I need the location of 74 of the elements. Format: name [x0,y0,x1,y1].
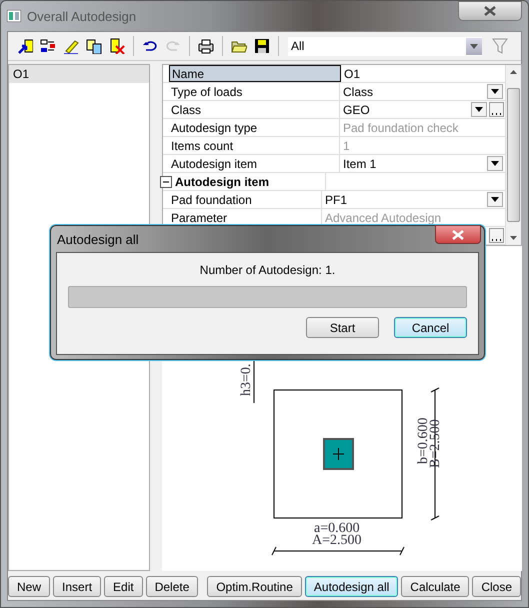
action-button[interactable]: Autodesign all [304,576,398,597]
property-label[interactable]: Name [169,65,341,82]
delete-icon [109,38,125,54]
dropdown-button[interactable] [487,156,503,171]
column-drawing [323,438,354,470]
dialog-title: Autodesign all [57,232,140,246]
redo-icon [165,38,181,54]
close-button[interactable] [435,225,481,244]
property-value: Pad foundation check [343,120,458,134]
copy-icon [86,38,102,54]
app-icon [7,10,21,22]
pencil-icon [63,38,79,54]
property-value: 1 [343,138,350,152]
dialog-button[interactable]: Cancel [394,317,467,338]
dimension-label: a=0.600 [314,521,360,536]
browse-button[interactable] [489,102,504,117]
property-value[interactable]: PF1 [325,192,348,206]
browse-button[interactable] [489,228,504,243]
action-button[interactable]: Close [472,576,521,597]
dropdown-button[interactable] [487,84,503,99]
undo-icon [142,38,158,54]
property-label[interactable]: Autodesign type [169,119,340,136]
dropdown-button[interactable] [487,192,503,207]
action-button[interactable]: Delete [146,576,198,597]
dialog-message: Number of Autodesign: 1. [200,263,336,277]
property-label[interactable]: Class [169,101,340,118]
property-label[interactable]: Pad foundation [169,191,322,208]
ellipsis-icon [492,239,501,242]
dropdown-button[interactable] [471,102,487,117]
scroll-up-icon [510,70,517,74]
property-value[interactable]: Class [343,84,374,98]
list-item[interactable]: O1 [9,65,149,83]
toolbar-button[interactable] [253,37,271,55]
action-button[interactable]: New [8,576,50,597]
action-button[interactable]: Calculate [401,576,470,597]
group-label: Autodesign item [169,173,326,190]
dimension-label: h3=0. [239,364,254,396]
window-title: Overall Autodesign [27,8,138,24]
caret-icon [491,89,499,94]
close-icon [452,230,464,240]
property-label[interactable]: Autodesign item [169,155,340,172]
caret-icon [470,44,478,48]
property-label[interactable]: Items count [169,137,340,154]
toolbar-button[interactable] [16,37,34,55]
printer-icon [198,38,214,54]
dialog-button[interactable]: Start [306,317,379,338]
property-value[interactable]: GEO [343,102,370,116]
close-button[interactable] [458,1,522,21]
action-button[interactable]: Insert [53,576,102,597]
collapse-toggle[interactable] [160,176,172,188]
caret-icon [491,197,499,202]
scroll-down-icon [510,236,517,240]
move-rows-icon [40,38,56,54]
ellipsis-icon [492,113,501,116]
action-button[interactable]: Edit [104,576,143,597]
floppy-icon [254,38,270,54]
filter-dropdown[interactable]: All [288,36,482,56]
action-button[interactable]: Optim.Routine [207,576,302,597]
dimension-label: b=0.600 [416,418,431,464]
close-icon [484,6,496,16]
toolbar-button[interactable] [197,37,215,55]
dimension-label: A=2.500 [312,533,362,548]
property-value: Advanced Autodesign [325,210,442,224]
dimension-label: B=2.500 [428,419,443,468]
property-label[interactable]: Type of loads [169,83,340,100]
caret-icon [475,107,483,112]
scrollbar[interactable] [505,65,521,245]
property-value[interactable]: O1 [344,66,360,80]
toolbar-button[interactable] [39,37,57,55]
property-value[interactable]: Item 1 [343,156,376,170]
caret-icon [491,161,499,166]
toolbar-button[interactable] [85,37,103,55]
toolbar-button[interactable] [108,37,126,55]
table-arrow-icon [17,38,33,54]
